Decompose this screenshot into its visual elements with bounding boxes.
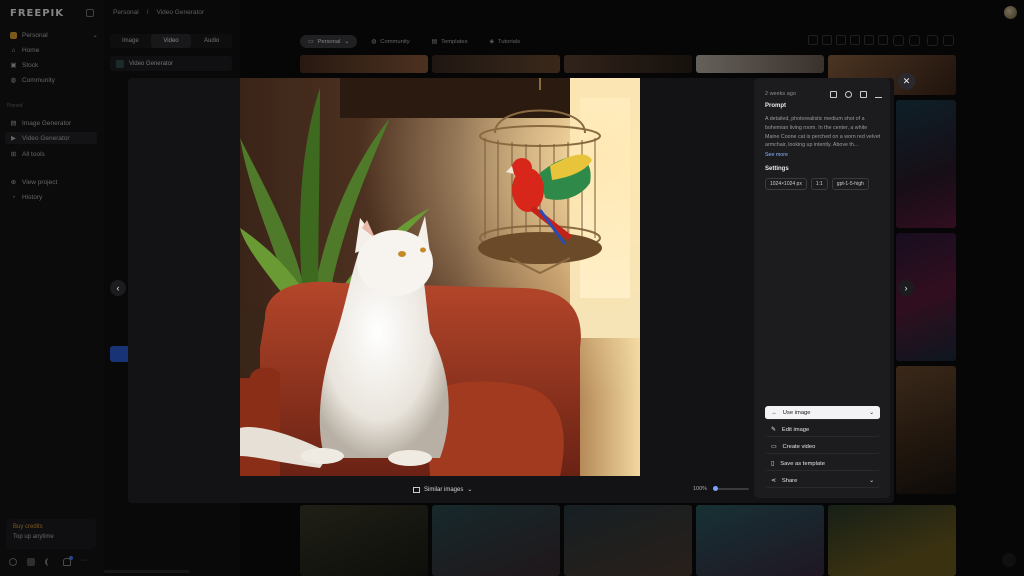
- zoom-slider-handle[interactable]: [713, 486, 719, 491]
- edit-image-button[interactable]: ✎ Edit image: [765, 423, 880, 437]
- see-more-link[interactable]: See more: [765, 152, 788, 158]
- similar-images-label: Similar images: [424, 486, 464, 493]
- zoom-level: 100%: [693, 486, 708, 492]
- prompt-heading: Prompt: [765, 103, 786, 109]
- create-video-label: Create video: [782, 443, 816, 450]
- model-tag: gpt-1-5-high: [831, 178, 869, 190]
- edit-image-label: Edit image: [781, 426, 810, 433]
- chevron-right-icon: ›: [904, 283, 908, 293]
- save-as-template-button[interactable]: ▯ Save as template: [765, 457, 880, 471]
- close-icon: ✕: [902, 76, 911, 86]
- previous-image-button[interactable]: ‹: [110, 280, 126, 296]
- trash-icon[interactable]: [830, 91, 837, 98]
- close-modal-button[interactable]: ✕: [898, 73, 915, 90]
- settings-tags: 1024×1024 px 1:1 gpt-1-5-high: [765, 178, 869, 190]
- chevron-left-icon: ‹: [116, 283, 120, 293]
- edit-icon: ✎: [771, 426, 776, 433]
- generated-image[interactable]: [240, 78, 640, 476]
- folder-icon[interactable]: [860, 91, 867, 98]
- prompt-text: A detailed, photorealistic medium shot o…: [765, 116, 881, 149]
- use-image-button[interactable]: → Use image ⌄: [765, 406, 880, 420]
- share-label: Share: [781, 477, 798, 484]
- image-icon: [413, 486, 420, 493]
- creation-date: 2 weeks ago: [765, 91, 796, 97]
- heart-icon[interactable]: [845, 91, 852, 98]
- zoom-control: 100%: [693, 486, 750, 492]
- cat-parrot-illustration: [240, 78, 640, 476]
- zoom-slider[interactable]: [713, 486, 750, 491]
- bookmark-icon: ▯: [771, 460, 775, 467]
- use-image-label: Use image: [782, 409, 811, 416]
- aspect-ratio-tag: 1:1: [810, 178, 828, 190]
- image-actions-icons: [830, 91, 882, 98]
- share-button[interactable]: ⋖ Share ⌄: [765, 474, 880, 488]
- chevron-down-icon: ⌄: [869, 409, 874, 416]
- arrow-right-icon: →: [771, 409, 777, 416]
- resolution-tag: 1024×1024 px: [765, 178, 807, 190]
- create-video-button[interactable]: ▭ Create video: [765, 440, 880, 454]
- settings-heading: Settings: [765, 166, 789, 172]
- chevron-down-icon: ⌄: [869, 477, 874, 484]
- chevron-down-icon: ⌄: [467, 487, 473, 493]
- share-icon: ⋖: [771, 477, 776, 484]
- video-icon: ▭: [771, 443, 777, 450]
- similar-images-button[interactable]: Similar images ⌄: [413, 486, 472, 493]
- download-icon[interactable]: [875, 91, 882, 98]
- save-as-template-label: Save as template: [780, 460, 825, 467]
- next-image-button[interactable]: ›: [898, 280, 914, 296]
